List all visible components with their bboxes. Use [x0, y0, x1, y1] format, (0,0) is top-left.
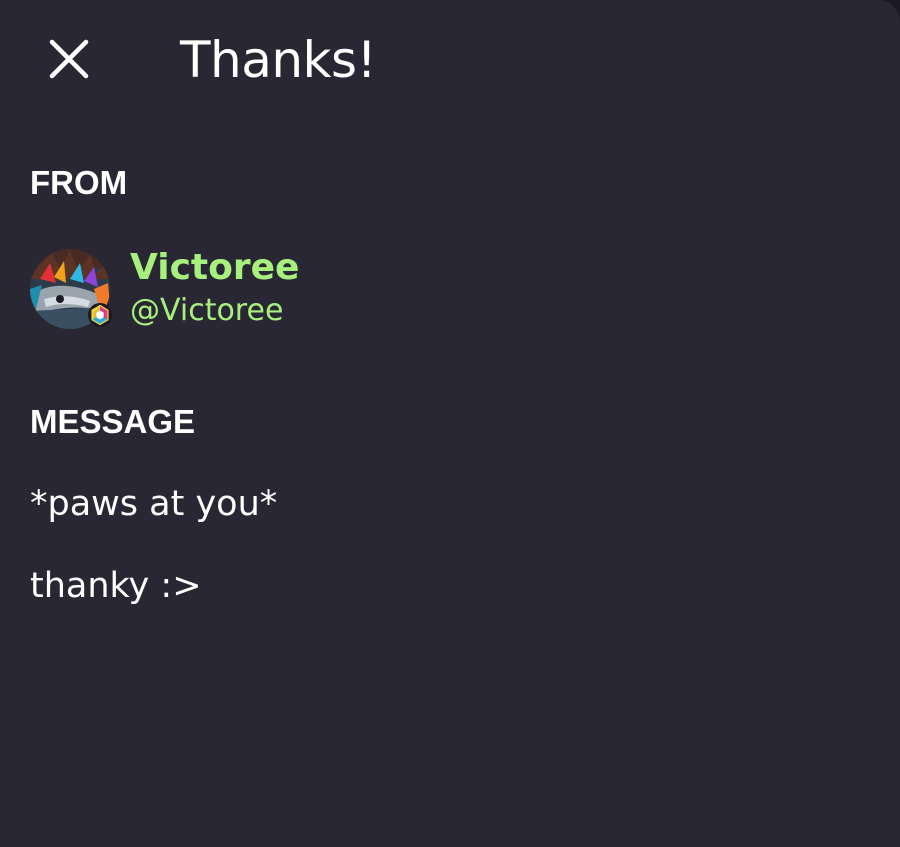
sender-handle[interactable]: @Victoree — [130, 290, 299, 332]
close-icon — [49, 39, 89, 79]
avatar[interactable] — [30, 249, 112, 329]
page-title: Thanks! — [180, 31, 377, 89]
sender-display-name[interactable]: Victoree — [130, 246, 299, 290]
from-label: FROM — [30, 164, 128, 201]
message-line: *paws at you* — [30, 484, 278, 524]
message-label: MESSAGE — [30, 403, 196, 440]
sender-names: Victoree @Victoree — [130, 246, 299, 332]
message-line: thanky :> — [30, 566, 202, 606]
sender-profile[interactable]: Victoree @Victoree — [30, 244, 299, 334]
close-button[interactable] — [36, 26, 102, 92]
hexagon-badge-icon — [88, 303, 112, 327]
thanks-sheet: Thanks! FROM Victoree @Victoree MESSAGE … — [0, 0, 900, 847]
